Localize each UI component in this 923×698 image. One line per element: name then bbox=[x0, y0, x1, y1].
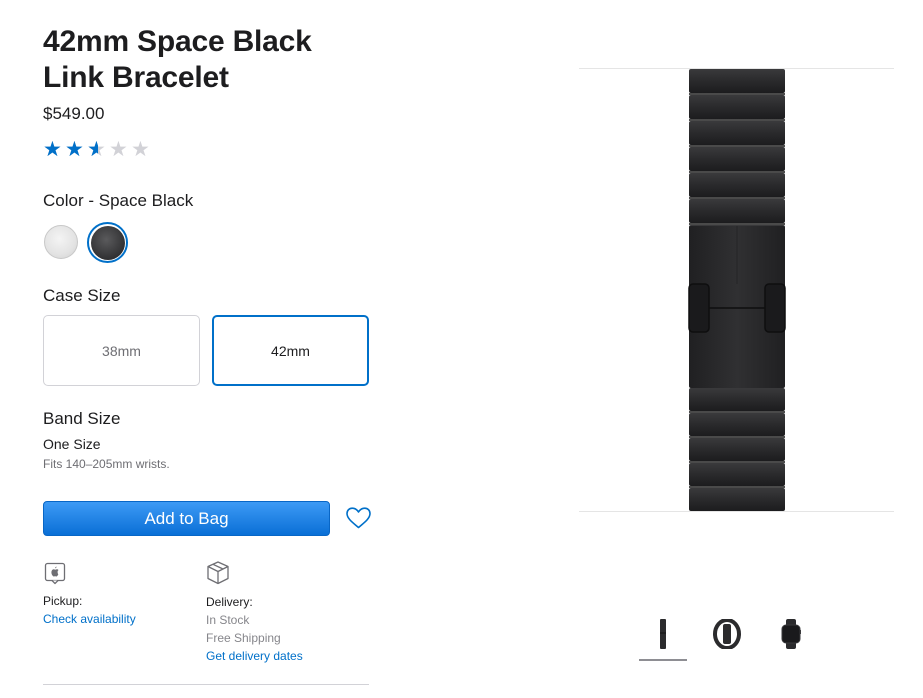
band-size-label: Band Size bbox=[43, 409, 121, 428]
store-pickup-icon bbox=[44, 562, 66, 585]
case-size-42mm-button[interactable]: 42mm bbox=[212, 315, 369, 386]
heart-icon[interactable] bbox=[345, 506, 372, 530]
product-title: 42mm Space Black Link Bracelet bbox=[43, 24, 373, 96]
get-delivery-dates-link[interactable]: Get delivery dates bbox=[206, 649, 303, 663]
product-title-line-1: 42mm Space Black bbox=[43, 25, 312, 58]
selected-thumbnail-indicator bbox=[639, 659, 687, 661]
stock-status: In Stock bbox=[206, 613, 250, 627]
star-icon: ★★ bbox=[87, 138, 106, 161]
band-size-note: Fits 140–205mm wrists. bbox=[43, 457, 170, 471]
check-availability-link[interactable]: Check availability bbox=[43, 612, 136, 626]
image-bottom-rule bbox=[579, 511, 894, 512]
product-title-line-2: Link Bracelet bbox=[43, 61, 229, 94]
band-size-value: One Size bbox=[43, 436, 101, 452]
star-rating: ★★★★★★★★★★ bbox=[43, 138, 153, 161]
case-size-38mm-button[interactable]: 38mm bbox=[43, 315, 200, 386]
star-icon: ★★ bbox=[65, 138, 84, 161]
star-icon: ★★ bbox=[131, 138, 150, 161]
watch-side-thumbnail[interactable] bbox=[703, 612, 751, 656]
shipping-status: Free Shipping bbox=[206, 631, 281, 645]
band-thumbnail[interactable] bbox=[639, 612, 687, 656]
shipping-box-icon bbox=[207, 561, 229, 585]
watch-side-icon bbox=[713, 619, 741, 649]
color-label: Color - Space Black bbox=[43, 191, 194, 210]
delivery-label: Delivery: bbox=[206, 595, 253, 609]
color-swatch-space-black[interactable] bbox=[91, 226, 125, 260]
watch-front-thumbnail[interactable] bbox=[767, 612, 815, 656]
band-thumbnail-icon bbox=[660, 619, 666, 649]
star-icon: ★★ bbox=[109, 138, 128, 161]
color-swatch-silver[interactable] bbox=[44, 225, 78, 259]
link-bracelet-image bbox=[688, 69, 786, 511]
section-divider bbox=[43, 684, 369, 685]
case-size-label: Case Size bbox=[43, 286, 121, 305]
add-to-bag-button[interactable]: Add to Bag bbox=[43, 501, 330, 536]
watch-front-icon bbox=[781, 619, 801, 649]
pickup-label: Pickup: bbox=[43, 594, 83, 608]
star-icon: ★★ bbox=[43, 138, 62, 161]
product-price: $549.00 bbox=[43, 104, 105, 123]
